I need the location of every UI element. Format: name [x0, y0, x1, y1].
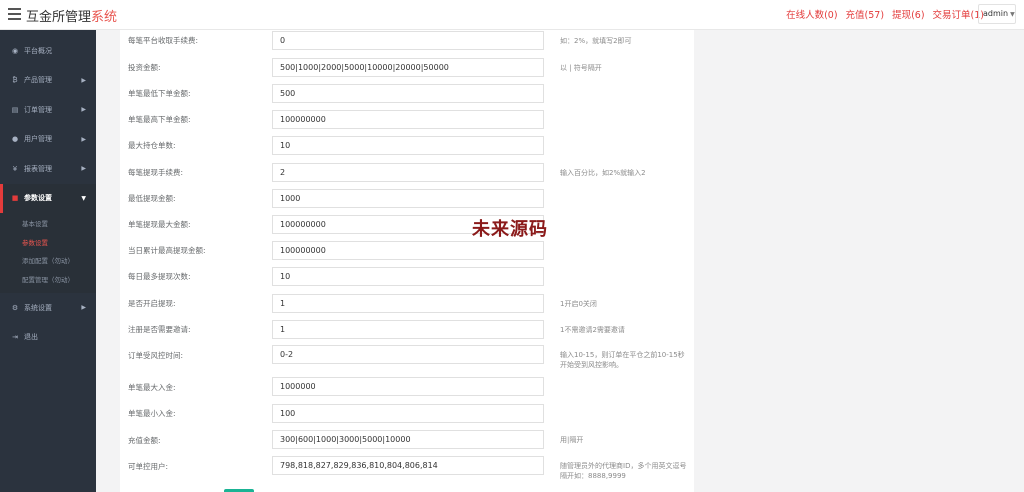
sidebar-item-label: 报表管理 [24, 164, 52, 173]
sidebar-item-reports[interactable]: ¥ 报表管理 ▶ [0, 154, 96, 184]
admin-dropdown[interactable]: admin ▼ [978, 4, 1016, 24]
yen-icon: ¥ [12, 164, 18, 173]
min-order-amount-input[interactable] [272, 84, 544, 103]
field-label: 每笔平台收取手续费: [128, 36, 199, 45]
field-label: 单笔最低下单金额: [128, 89, 191, 98]
field-label: 单笔最小入金: [128, 409, 176, 418]
field-label: 注册是否需要邀请: [128, 325, 191, 334]
field-label: 单笔最大入金: [128, 383, 176, 392]
enable-withdraw-input[interactable] [272, 294, 544, 313]
watermark-text: 未来源码 [472, 219, 548, 240]
admin-name: admin [983, 9, 1009, 18]
daily-withdraw-count-input[interactable] [272, 267, 544, 286]
sidebar-item-label: 参数设置 [24, 194, 52, 203]
field-hint: 用|隔开 [560, 436, 584, 444]
sidebar-item-label: 退出 [24, 333, 38, 342]
min-withdraw-input[interactable] [272, 189, 544, 208]
sidebar-item-system[interactable]: ⚙ 系统设置 ▶ [0, 293, 96, 323]
platform-fee-input[interactable] [272, 31, 544, 50]
field-hint: 随管理员外的代理商ID，多个用英文逗号隔开如：8888,9999 [560, 462, 687, 480]
field-hint: 如：2%，就填写2即可 [560, 37, 632, 45]
field-label: 可单控用户: [128, 462, 169, 471]
min-deposit-input[interactable] [272, 404, 544, 423]
app-title-accent: 系统 [91, 10, 118, 25]
field-label: 每日最多提现次数: [128, 272, 191, 281]
chevron-down-icon: ▼ [81, 194, 86, 202]
top-nav-links: 在线人数(0) 充值(57) 提现(6) 交易订单(1) [782, 7, 988, 21]
online-users-link[interactable]: 在线人数(0) [782, 7, 841, 21]
max-positions-input[interactable] [272, 136, 544, 155]
max-deposit-input[interactable] [272, 377, 544, 396]
field-hint: 输入10-15，则订单在平仓之前10-15秒开始受到风控影响。 [560, 351, 685, 369]
chevron-down-icon: ▼ [1010, 11, 1015, 18]
field-label: 充值金额: [128, 436, 161, 445]
field-label: 每笔提现手续费: [128, 168, 184, 177]
sidebar-item-label: 用户管理 [24, 135, 52, 144]
hamburger-menu-icon[interactable] [8, 8, 21, 20]
sidebar-item-parameters[interactable]: ■ 参数设置 ▼ [0, 183, 96, 213]
parameters-submenu: 基本设置 参数设置 添加配置（勿动） 配置管理（勿动） [0, 213, 96, 293]
risk-control-time-input[interactable] [272, 345, 544, 364]
bitcoin-icon: ₿ [12, 76, 18, 85]
chevron-right-icon: ▶ [81, 165, 86, 172]
app-title-main: 互金所管理 [26, 10, 92, 25]
field-label: 投资金额: [128, 63, 161, 72]
submenu-add-config[interactable]: 添加配置（勿动） [0, 252, 96, 271]
sidebar-item-dashboard[interactable]: ◉ 平台概况 [0, 36, 96, 66]
field-hint: 输入百分比，如2%就输入2 [560, 169, 646, 177]
controllable-users-input[interactable] [272, 456, 544, 475]
field-label: 当日累计最高提现金额: [128, 246, 206, 255]
chevron-right-icon: ▶ [81, 304, 86, 311]
sidebar: ◉ 平台概况 ₿ 产品管理 ▶ ▤ 订单管理 ▶ ● 用户管理 ▶ ¥ 报表管理… [0, 30, 96, 492]
withdraw-link[interactable]: 提现(6) [888, 7, 928, 21]
sidebar-item-label: 系统设置 [24, 303, 52, 312]
field-label: 最低提现金额: [128, 194, 176, 203]
field-hint: 1不需邀请2需要邀请 [560, 326, 625, 334]
submenu-config-management[interactable]: 配置管理（勿动） [0, 271, 96, 290]
daily-max-withdraw-input[interactable] [272, 241, 544, 260]
recharge-link[interactable]: 充值(57) [842, 7, 889, 21]
field-label: 是否开启提现: [128, 299, 176, 308]
sidebar-item-users[interactable]: ● 用户管理 ▶ [0, 125, 96, 155]
field-label: 订单受风控时间: [128, 351, 184, 360]
max-order-amount-input[interactable] [272, 110, 544, 129]
gears-icon: ⚙ [11, 303, 19, 312]
sidebar-item-label: 订单管理 [24, 105, 52, 114]
chevron-right-icon: ▶ [81, 76, 86, 84]
investment-amounts-input[interactable] [272, 58, 544, 77]
orders-icon: ▤ [11, 105, 19, 114]
submenu-basic-settings[interactable]: 基本设置 [0, 215, 96, 234]
field-label: 单笔提现最大金额: [128, 220, 191, 229]
top-header: 互金所管理系统 在线人数(0) 充值(57) 提现(6) 交易订单(1) adm… [0, 0, 1024, 30]
sidebar-item-label: 产品管理 [24, 76, 52, 85]
field-label: 最大持仓单数: [128, 141, 176, 150]
settings-form: 每笔平台收取手续费: 如：2%，就填写2即可 投资金额: 以 | 符号隔开 单笔… [120, 30, 694, 492]
sidebar-item-label: 平台概况 [24, 46, 52, 55]
logout-icon: ⇥ [12, 333, 18, 342]
sidebar-item-products[interactable]: ₿ 产品管理 ▶ [0, 66, 96, 96]
settings-book-icon: ■ [11, 194, 19, 203]
sidebar-item-orders[interactable]: ▤ 订单管理 ▶ [0, 95, 96, 125]
chevron-right-icon: ▶ [81, 106, 86, 113]
recharge-amounts-input[interactable] [272, 430, 544, 449]
field-hint: 以 | 符号隔开 [560, 64, 602, 72]
dashboard-icon: ◉ [11, 46, 19, 55]
field-label: 单笔最高下单金额: [128, 115, 191, 124]
field-hint: 1开启0关闭 [560, 300, 597, 308]
require-invite-input[interactable] [272, 320, 544, 339]
submenu-parameter-settings[interactable]: 参数设置 [0, 234, 96, 253]
chevron-right-icon: ▶ [81, 135, 86, 143]
app-title: 互金所管理系统 [26, 6, 117, 25]
sidebar-item-logout[interactable]: ⇥ 退出 [0, 323, 96, 353]
withdraw-fee-input[interactable] [272, 163, 544, 182]
user-icon: ● [11, 135, 19, 144]
